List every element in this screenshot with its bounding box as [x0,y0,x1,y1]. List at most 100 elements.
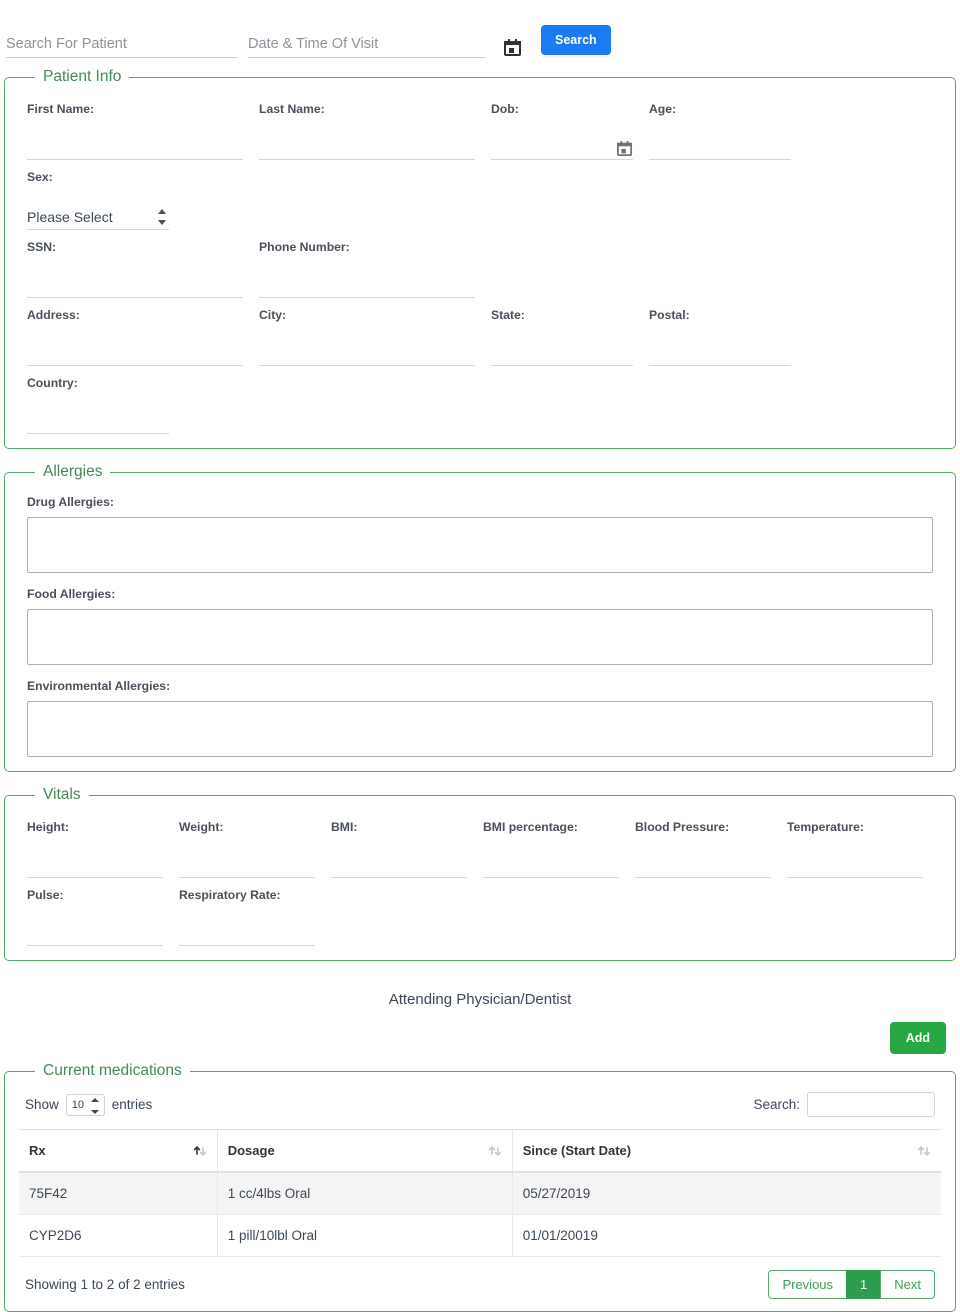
vitals-row-2: Pulse: Respiratory Rate: [19,878,941,946]
column-header-since[interactable]: Since (Start Date) [512,1129,941,1173]
add-button[interactable]: Add [889,1022,946,1054]
table-row[interactable]: 75F42 1 cc/4lbs Oral 05/27/2019 [19,1172,941,1215]
pulse-label: Pulse: [27,888,64,902]
page-length-select[interactable]: 10 [65,1093,105,1116]
temperature-label: Temperature: [787,820,864,834]
calendar-icon[interactable] [504,39,521,56]
sex-select[interactable]: Please Select [27,206,169,230]
weight-input[interactable] [179,856,315,877]
column-header-since-label: Since (Start Date) [522,1143,632,1158]
city-field: City: [251,298,483,366]
pulse-input[interactable] [27,924,163,945]
top-search-bar: Search [0,0,960,58]
column-header-dosage-label: Dosage [227,1143,275,1158]
ssn-field: SSN: [19,230,251,298]
table-row[interactable]: CYP2D6 1 pill/10lbl Oral 01/01/20019 [19,1214,941,1257]
respiratory-rate-input[interactable] [179,924,315,945]
patient-info-row-2: SSN: Phone Number: [19,230,941,298]
dob-label: Dob: [491,102,519,116]
respiratory-rate-label: Respiratory Rate: [179,888,281,902]
cell-rx: 75F42 [19,1172,218,1215]
page-length-control: Show 10 entries [25,1093,153,1116]
table-info: Showing 1 to 2 of 2 entries [25,1277,185,1292]
age-label: Age: [649,102,677,116]
attending-physician-title: Attending Physician/Dentist [388,991,572,1008]
last-name-input[interactable] [259,138,475,159]
first-name-input[interactable] [27,138,243,159]
add-button-row: Add [0,1008,960,1054]
medications-table-body: 75F42 1 cc/4lbs Oral 05/27/2019 CYP2D6 1… [19,1172,941,1257]
cell-since: 05/27/2019 [512,1172,941,1215]
country-input[interactable] [27,412,169,433]
height-field: Height: [19,810,171,878]
sort-none-icon [917,1144,931,1158]
column-header-dosage[interactable]: Dosage [217,1129,513,1173]
blood-pressure-input[interactable] [635,856,771,877]
sex-selected-value: Please Select [27,209,113,225]
first-name-label: First Name: [27,102,95,116]
bmi-percentage-input[interactable] [483,856,619,877]
environmental-allergies-textarea[interactable] [27,701,933,757]
height-input[interactable] [27,856,163,877]
chevron-updown-icon [90,1097,99,1114]
bmi-field: BMI: [323,810,475,878]
page-length-value: 10 [71,1098,85,1111]
search-input[interactable] [6,32,238,56]
chevron-updown-icon [158,208,167,226]
address-label: Address: [27,308,80,322]
temperature-input[interactable] [787,856,923,877]
dob-field: Dob: [483,92,641,160]
respiratory-rate-field: Respiratory Rate: [171,878,323,946]
dob-input[interactable] [491,138,612,159]
age-input[interactable] [649,138,791,159]
patient-search-field[interactable] [6,32,238,58]
table-controls: Show 10 entries Search: [19,1086,941,1129]
calendar-icon[interactable] [617,141,632,156]
ssn-input[interactable] [27,276,243,297]
patient-info-panel: Patient Info First Name: Last Name: Dob:… [4,68,956,449]
drug-allergies-textarea[interactable] [27,517,933,573]
table-search-input[interactable] [807,1092,935,1117]
show-label: Show [25,1097,59,1112]
sex-label: Sex: [27,170,53,184]
entries-label: entries [111,1097,153,1112]
visit-date-input[interactable] [248,32,486,56]
column-header-rx[interactable]: Rx [19,1129,218,1173]
visit-date-field[interactable] [248,32,486,58]
pagination-next[interactable]: Next [880,1270,935,1299]
vitals-panel: Vitals Height: Weight: BMI: BMI percenta… [4,786,956,961]
allergies-legend: Allergies [43,463,103,480]
bmi-input[interactable] [331,856,467,877]
address-field: Address: [19,298,251,366]
sex-field: Sex: Please Select [19,160,177,230]
city-input[interactable] [259,344,475,365]
state-input[interactable] [491,344,633,365]
blood-pressure-field: Blood Pressure: [627,810,779,878]
drug-allergies-label: Drug Allergies: [27,495,114,509]
medications-table-head: Rx Dosage Since (Start Date) [19,1129,941,1173]
state-field: State: [483,298,641,366]
phone-number-input[interactable] [259,276,475,297]
pagination-previous[interactable]: Previous [768,1270,847,1299]
cell-rx: CYP2D6 [19,1214,218,1257]
pagination: Previous 1 Next [768,1270,935,1299]
address-input[interactable] [27,344,243,365]
vitals-row-1: Height: Weight: BMI: BMI percentage: Blo… [19,810,941,878]
cell-since: 01/01/20019 [512,1214,941,1257]
food-allergies-textarea[interactable] [27,609,933,665]
postal-input[interactable] [649,344,791,365]
height-label: Height: [27,820,69,834]
medications-table: Rx Dosage Since (Start Date) 75F42 1 cc/… [19,1129,941,1257]
phone-number-field: Phone Number: [251,230,483,298]
first-name-field: First Name: [19,92,251,160]
search-button[interactable]: Search [541,25,611,55]
sort-ascending-icon [193,1144,207,1158]
sort-none-icon [488,1144,502,1158]
pagination-page-1[interactable]: 1 [846,1270,881,1299]
allergies-panel: Allergies Drug Allergies: Food Allergies… [4,463,956,772]
blood-pressure-label: Blood Pressure: [635,820,730,834]
cell-dosage: 1 cc/4lbs Oral [217,1172,513,1215]
postal-label: Postal: [649,308,690,322]
phone-number-label: Phone Number: [259,240,350,254]
current-medications-panel: Current medications Show 10 entries Sear… [4,1062,956,1312]
